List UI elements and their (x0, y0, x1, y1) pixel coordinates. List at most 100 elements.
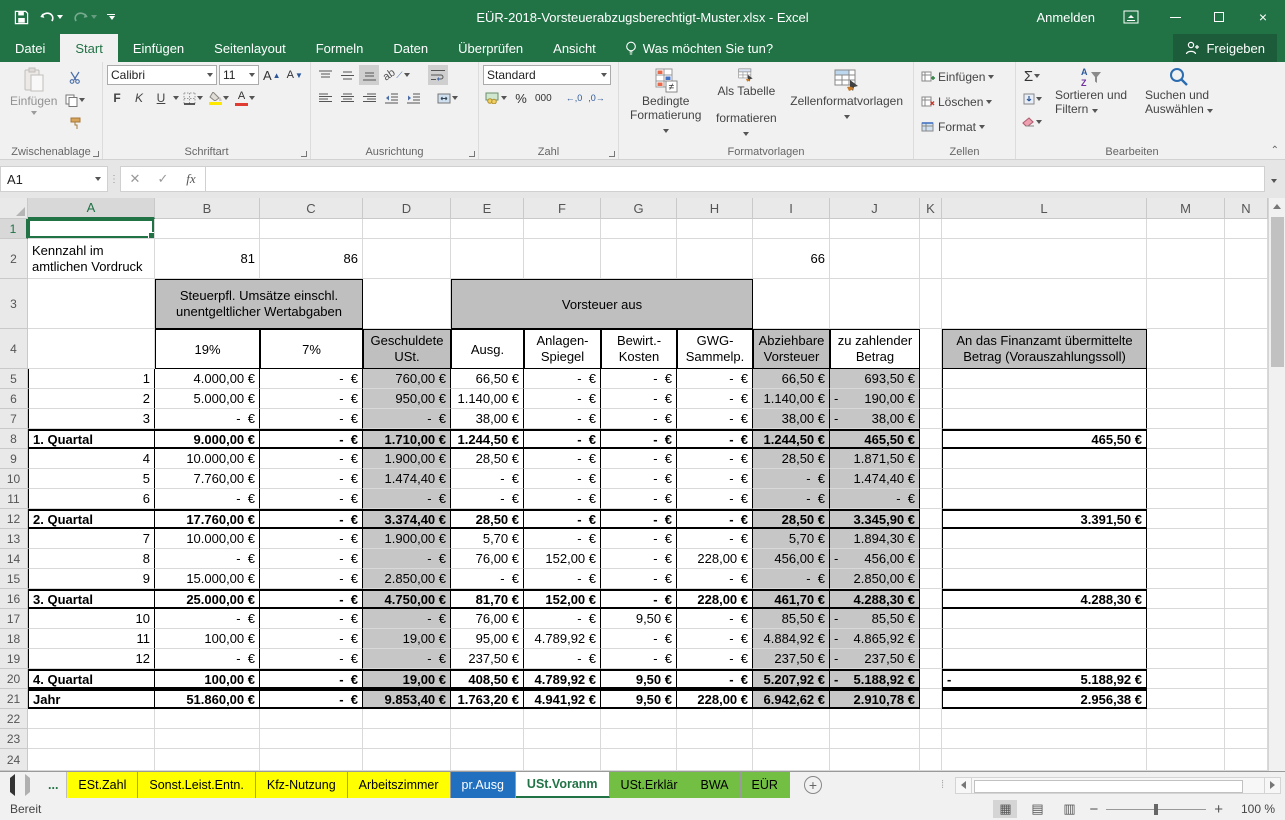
cell-F6[interactable]: - € (524, 389, 601, 409)
cell-L18[interactable] (942, 629, 1147, 649)
cell-I19[interactable]: 237,50 € (753, 649, 830, 669)
align-right-icon[interactable] (359, 88, 379, 108)
cell-G12[interactable]: - € (601, 509, 677, 529)
cell-H23[interactable] (677, 729, 753, 749)
cell-G4[interactable]: Bewirt.-Kosten (601, 329, 677, 369)
cell-K10[interactable] (920, 469, 942, 489)
cell-E11[interactable]: - € (451, 489, 524, 509)
cell-J4[interactable]: zu zahlender Betrag (830, 329, 920, 369)
cell-C1[interactable] (260, 219, 363, 239)
row-header-8[interactable]: 8 (0, 429, 28, 449)
alignment-dialog-launcher[interactable] (469, 151, 475, 157)
cell-C11[interactable]: - € (260, 489, 363, 509)
cell-K3[interactable] (920, 279, 942, 329)
cell-D5[interactable]: 760,00 € (363, 369, 451, 389)
cell-F22[interactable] (524, 709, 601, 729)
cell-N22[interactable] (1225, 709, 1268, 729)
cell-D19[interactable]: - € (363, 649, 451, 669)
select-all-corner[interactable] (0, 198, 28, 219)
cell-F14[interactable]: 152,00 € (524, 549, 601, 569)
cell-E20[interactable]: 408,50 € (451, 669, 524, 689)
cell-H4[interactable]: GWG-Sammelp. (677, 329, 753, 369)
zoom-level[interactable]: 100 % (1231, 802, 1275, 816)
cell-H16[interactable]: 228,00 € (677, 589, 753, 609)
cell-H8[interactable]: - € (677, 429, 753, 449)
column-header-N[interactable]: N (1225, 198, 1268, 219)
cell-A16[interactable]: 3. Quartal (28, 589, 155, 609)
cell-I12[interactable]: 28,50 € (753, 509, 830, 529)
decrease-font-icon[interactable]: A▼ (285, 65, 305, 85)
cell-N2[interactable] (1225, 239, 1268, 279)
cell-B16[interactable]: 25.000,00 € (155, 589, 260, 609)
cell-E18[interactable]: 95,00 € (451, 629, 524, 649)
percent-style-button[interactable]: % (511, 88, 531, 108)
cell-L17[interactable] (942, 609, 1147, 629)
cell-E12[interactable]: 28,50 € (451, 509, 524, 529)
cell-J11[interactable]: - € (830, 489, 920, 509)
cell-L22[interactable] (942, 709, 1147, 729)
cell-H9[interactable]: - € (677, 449, 753, 469)
column-header-A[interactable]: A (28, 198, 155, 219)
cell-E4[interactable]: Ausg. (451, 329, 524, 369)
save-icon[interactable] (14, 10, 29, 25)
page-break-view-icon[interactable]: ▥ (1057, 800, 1081, 818)
decrease-decimal-button[interactable]: ,0→ (586, 88, 607, 108)
cell-B4[interactable]: 19% (155, 329, 260, 369)
cell-L10[interactable] (942, 469, 1147, 489)
row-header-10[interactable]: 10 (0, 469, 28, 489)
cell-B18[interactable]: 100,00 € (155, 629, 260, 649)
cell-C21[interactable]: - € (260, 689, 363, 709)
cell-N11[interactable] (1225, 489, 1268, 509)
cell-L11[interactable] (942, 489, 1147, 509)
row-header-1[interactable]: 1 (0, 219, 28, 239)
cell-F18[interactable]: 4.789,92 € (524, 629, 601, 649)
row-header-2[interactable]: 2 (0, 239, 28, 279)
cell-A11[interactable]: 6 (28, 489, 155, 509)
cell-I9[interactable]: 28,50 € (753, 449, 830, 469)
cell-H21[interactable]: 228,00 € (677, 689, 753, 709)
cell-I5[interactable]: 66,50 € (753, 369, 830, 389)
cell-B3[interactable]: Steuerpfl. Umsätze einschl. unentgeltlic… (155, 279, 363, 329)
cell-K1[interactable] (920, 219, 942, 239)
cell-A17[interactable]: 10 (28, 609, 155, 629)
cell-A15[interactable]: 9 (28, 569, 155, 589)
decrease-indent-icon[interactable] (381, 88, 401, 108)
cell-J9[interactable]: 1.871,50 € (830, 449, 920, 469)
cell-J18[interactable]: -4.865,92 € (830, 629, 920, 649)
cell-M12[interactable] (1147, 509, 1225, 529)
cell-B12[interactable]: 17.760,00 € (155, 509, 260, 529)
sheet-tab-Kfz-Nutzung[interactable]: Kfz-Nutzung (256, 772, 348, 798)
cell-C2[interactable]: 86 (260, 239, 363, 279)
cell-F1[interactable] (524, 219, 601, 239)
cut-button[interactable] (63, 67, 87, 87)
cell-F24[interactable] (524, 749, 601, 771)
font-size-combo[interactable]: 11 (219, 65, 259, 85)
cell-E19[interactable]: 237,50 € (451, 649, 524, 669)
cell-E7[interactable]: 38,00 € (451, 409, 524, 429)
formula-input[interactable] (206, 166, 1265, 192)
cell-G6[interactable]: - € (601, 389, 677, 409)
formula-bar-expand-icon[interactable] (1265, 170, 1283, 188)
cell-B11[interactable]: - € (155, 489, 260, 509)
cancel-icon[interactable]: ✕ (121, 171, 149, 187)
cell-H7[interactable]: - € (677, 409, 753, 429)
cell-C17[interactable]: - € (260, 609, 363, 629)
cell-D15[interactable]: 2.850,00 € (363, 569, 451, 589)
row-header-15[interactable]: 15 (0, 569, 28, 589)
wrap-text-icon[interactable] (428, 65, 448, 85)
cell-B19[interactable]: - € (155, 649, 260, 669)
cell-J15[interactable]: 2.850,00 € (830, 569, 920, 589)
cell-M6[interactable] (1147, 389, 1225, 409)
cell-A21[interactable]: Jahr (28, 689, 155, 709)
cell-I13[interactable]: 5,70 € (753, 529, 830, 549)
row-header-12[interactable]: 12 (0, 509, 28, 529)
row-header-3[interactable]: 3 (0, 279, 28, 329)
cell-N23[interactable] (1225, 729, 1268, 749)
fill-button[interactable] (1020, 89, 1044, 109)
cell-K6[interactable] (920, 389, 942, 409)
cell-J20[interactable]: -5.188,92 € (830, 669, 920, 689)
align-bottom-icon[interactable] (359, 65, 379, 85)
cell-N9[interactable] (1225, 449, 1268, 469)
cell-G22[interactable] (601, 709, 677, 729)
cell-A13[interactable]: 7 (28, 529, 155, 549)
